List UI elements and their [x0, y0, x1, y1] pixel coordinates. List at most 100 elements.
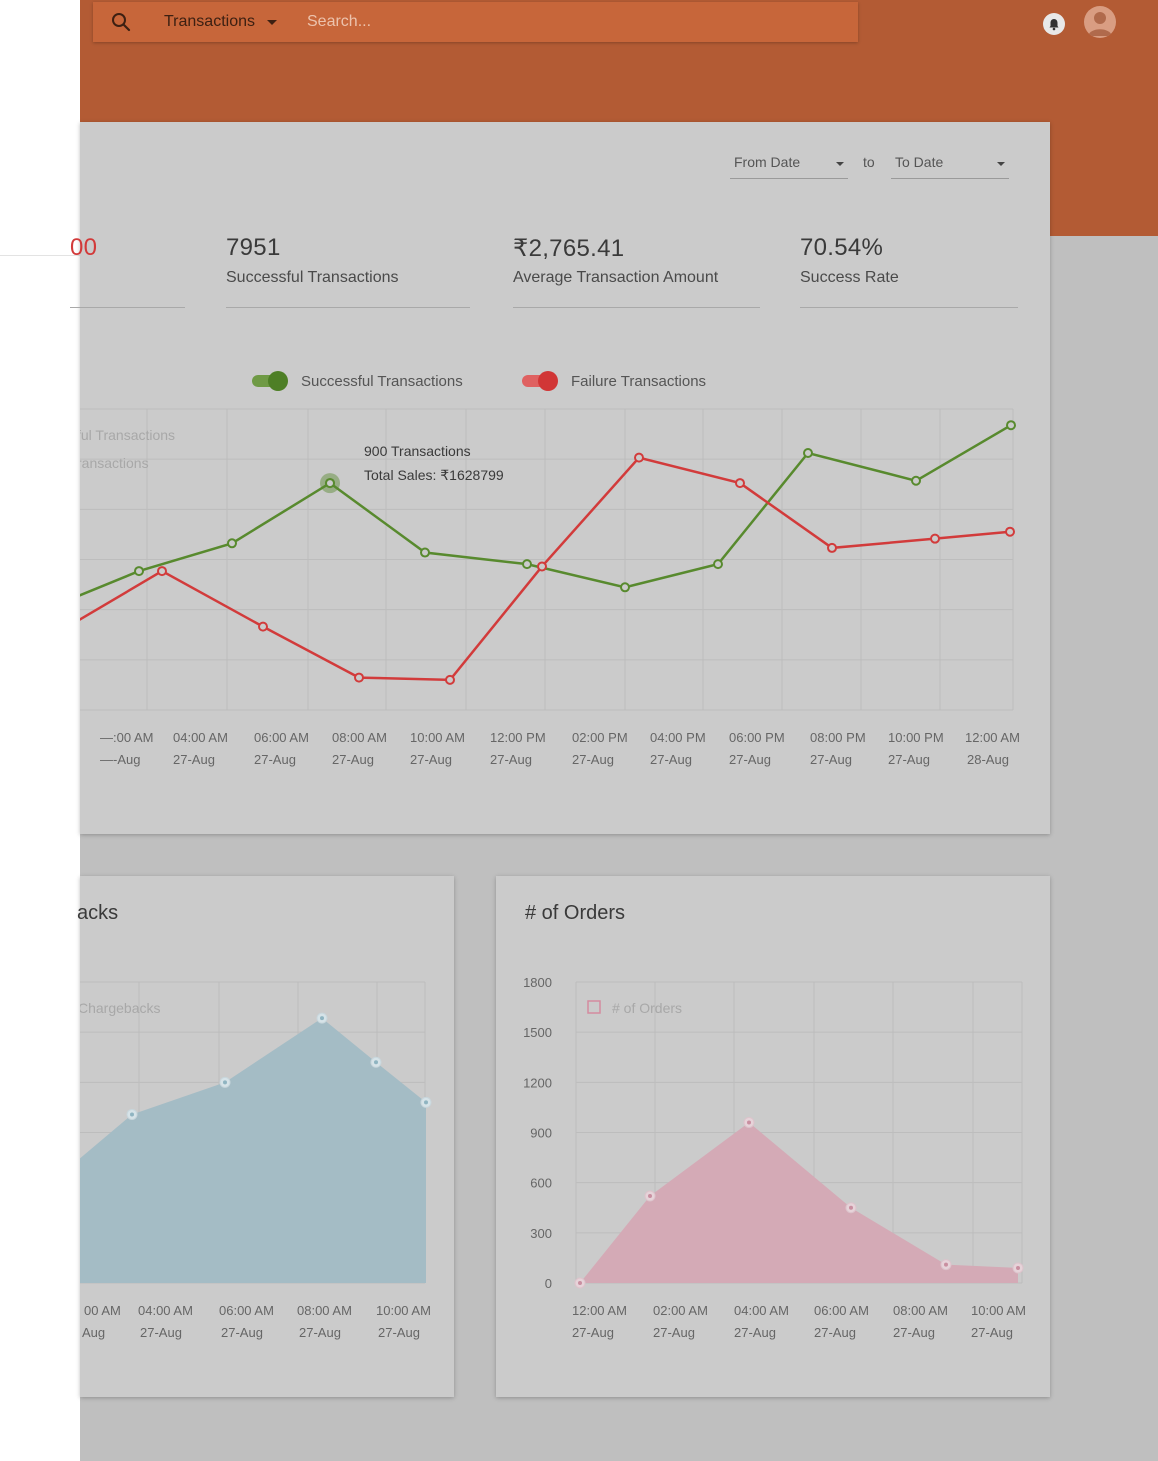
legend-label: # of Orders — [612, 1000, 682, 1016]
data-point — [1005, 526, 1015, 537]
data-point-core — [374, 1060, 378, 1065]
x-tick-label: 27-Aug — [332, 752, 374, 767]
x-tick-label: 10:00 AM — [376, 1303, 431, 1318]
x-tick-label: 04:00 PM — [650, 730, 706, 745]
x-tick-label: 06:00 AM — [219, 1303, 274, 1318]
orders-area-chart: 1800 1500 1200 900 600 300 0 # of Orders 12:00 A… — [523, 975, 1026, 1340]
data-point-core — [1016, 1265, 1020, 1270]
x-tick-label: 27-Aug — [893, 1325, 935, 1340]
y-tick-label: 0 — [545, 1276, 552, 1291]
data-point — [522, 559, 532, 570]
x-tick-label: 04:00 AM — [734, 1303, 789, 1318]
user-avatar[interactable] — [1084, 6, 1116, 38]
x-tick-label: 27-Aug — [814, 1325, 856, 1340]
x-tick-label: 12:00 AM — [572, 1303, 627, 1318]
x-tick-label: —-Aug — [100, 752, 140, 767]
x-tick-label: 27-Aug — [490, 752, 532, 767]
x-tick-label: 27-Aug — [299, 1325, 341, 1340]
search-icon[interactable] — [111, 12, 131, 32]
x-tick-label: —:00 AM — [100, 730, 153, 745]
y-tick-label: 600 — [530, 1176, 552, 1191]
data-point — [827, 542, 837, 553]
x-tick-label: 27-Aug — [572, 752, 614, 767]
x-tick-label: 27-Aug — [971, 1325, 1013, 1340]
x-tick-label: 27-Aug — [221, 1325, 263, 1340]
legend-fragment: Chargebacks — [80, 1000, 161, 1016]
x-tick-label: 04:00 AM — [138, 1303, 193, 1318]
notification-bell-icon[interactable] — [1043, 13, 1065, 35]
y-tick-label: 1800 — [523, 975, 552, 990]
x-tick-label: 00 AM — [84, 1303, 121, 1318]
x-tick-label: 27-Aug — [572, 1325, 614, 1340]
legend-fragment: ful Transactions — [80, 427, 175, 443]
x-tick-label: 08:00 PM — [810, 730, 866, 745]
search-input[interactable] — [307, 8, 827, 36]
orders-area — [580, 1122, 1018, 1283]
x-tick-label: 28-Aug — [967, 752, 1009, 767]
x-tick-label: 27-Aug — [810, 752, 852, 767]
data-point-core — [944, 1262, 948, 1267]
data-point — [713, 559, 723, 570]
x-tick-label: 08:00 AM — [893, 1303, 948, 1318]
data-point — [537, 561, 547, 572]
orders-card: # of Orders 1800 1500 1200 900 600 300 0 # of O… — [496, 876, 1050, 1397]
x-tick-label: 02:00 AM — [653, 1303, 708, 1318]
transactions-line-chart: 900 Transactions Total Sales: ₹1628799 ful… — [80, 408, 1020, 767]
data-point — [227, 538, 237, 549]
data-point — [325, 478, 335, 489]
x-tick-label: 27-Aug — [254, 752, 296, 767]
data-point — [911, 475, 921, 486]
x-tick-label: 12:00 PM — [490, 730, 546, 745]
tooltip-line: Total Sales: ₹1628799 — [364, 467, 504, 483]
legend-swatch — [587, 1000, 601, 1014]
data-point-core — [223, 1080, 227, 1085]
y-tick-label: 300 — [530, 1226, 552, 1241]
x-tick-label: 06:00 AM — [254, 730, 309, 745]
chargebacks-card: acks Chargebacks 00 AM Aug 04:00 AM 27-Aug 06… — [77, 876, 454, 1397]
x-tick-label: 27-Aug — [378, 1325, 420, 1340]
data-point-core — [320, 1016, 324, 1021]
data-point-core — [648, 1194, 652, 1199]
x-tick-label: 10:00 AM — [410, 730, 465, 745]
x-tick-label: 27-Aug — [653, 1325, 695, 1340]
drawer-divider — [0, 255, 80, 256]
x-tick-label: 27-Aug — [734, 1325, 776, 1340]
navigation-drawer — [0, 0, 80, 1461]
x-tick-label: 27-Aug — [729, 752, 771, 767]
x-tick-label: 27-Aug — [173, 752, 215, 767]
x-tick-label: 06:00 PM — [729, 730, 785, 745]
x-tick-label: 08:00 AM — [332, 730, 387, 745]
search-scope-label: Transactions — [164, 13, 255, 30]
x-tick-label: Aug — [82, 1325, 105, 1340]
data-point-core — [747, 1120, 751, 1125]
data-point-core — [578, 1281, 582, 1285]
x-tick-label: 27-Aug — [650, 752, 692, 767]
data-point — [634, 452, 644, 463]
legend-fragment: ransactions — [80, 455, 149, 471]
x-tick-label: 08:00 AM — [297, 1303, 352, 1318]
data-point-core — [849, 1205, 853, 1210]
y-tick-label: 900 — [530, 1126, 552, 1141]
search-bar: Transactions — [93, 2, 858, 42]
data-point — [134, 566, 144, 577]
data-point — [445, 674, 455, 685]
x-tick-label: 02:00 PM — [572, 730, 628, 745]
search-scope-dropdown[interactable]: Transactions — [164, 2, 277, 42]
x-tick-label: 10:00 PM — [888, 730, 944, 745]
x-tick-label: 27-Aug — [888, 752, 930, 767]
data-point — [1006, 420, 1016, 431]
x-tick-label: 04:00 AM — [173, 730, 228, 745]
tooltip-line: 900 Transactions — [364, 443, 471, 459]
data-point-core — [130, 1112, 134, 1117]
y-tick-label: 1200 — [523, 1075, 552, 1090]
x-tick-label: 27-Aug — [140, 1325, 182, 1340]
data-point — [735, 478, 745, 489]
x-tick-label: 10:00 AM — [971, 1303, 1026, 1318]
data-point — [354, 672, 364, 683]
data-point — [620, 582, 630, 593]
data-point-core — [424, 1100, 428, 1105]
transactions-card: From Date to To Date 00 7951 Successful … — [70, 122, 1050, 834]
chevron-down-icon — [267, 19, 277, 25]
x-tick-label: 12:00 AM — [965, 730, 1020, 745]
y-tick-label: 1500 — [523, 1025, 552, 1040]
